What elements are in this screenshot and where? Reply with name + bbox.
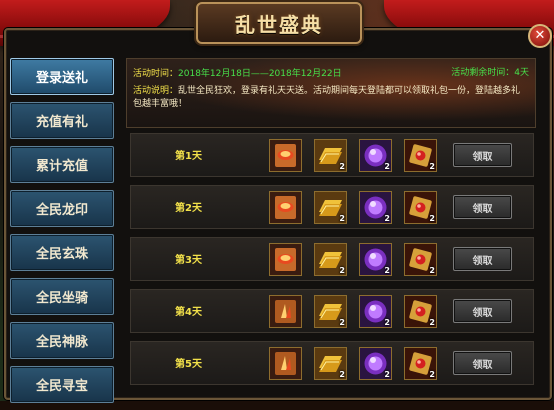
item-quantity: 2	[429, 266, 435, 275]
red-gem-box-icon[interactable]: 2	[404, 243, 437, 276]
day-label: 第1天	[175, 151, 202, 162]
red-gem-box-icon[interactable]: 2	[404, 191, 437, 224]
item-quantity: 2	[429, 162, 435, 171]
reward-items: 2 2 2	[269, 347, 449, 380]
scroll-item-icon[interactable]	[269, 243, 302, 276]
event-time-row: 活动时间：2018年12月18日——2018年12月22日	[133, 66, 342, 79]
gold-ingot-icon[interactable]: 2	[314, 139, 347, 172]
item-quantity: 2	[384, 318, 390, 327]
reward-items: 2 2 2	[269, 295, 449, 328]
day-label: 第2天	[175, 203, 202, 214]
sidebar-item-mystic-pearl[interactable]: 全民玄珠	[10, 234, 114, 271]
item-quantity: 2	[429, 318, 435, 327]
event-desc-text: 乱世全民狂欢，登录有礼天天送。活动期间每天登陆都可以领取礼包一份，登陆越多礼包越…	[133, 86, 521, 109]
close-button[interactable]: ✕	[528, 24, 552, 48]
claim-button[interactable]: 领取	[453, 299, 512, 323]
reward-items: 2 2 2	[269, 243, 449, 276]
sidebar-item-label: 全民坐骑	[35, 291, 88, 306]
day-row: 第5天 2 2 2 领取	[130, 341, 534, 385]
item-quantity: 2	[384, 162, 390, 171]
gold-ingot-icon[interactable]: 2	[314, 191, 347, 224]
purple-orb-icon[interactable]: 2	[359, 139, 392, 172]
day-row: 第3天 2 2 2 领取	[130, 237, 534, 281]
day-label: 第3天	[175, 255, 202, 266]
item-quantity: 2	[429, 214, 435, 223]
sidebar-item-login-gift[interactable]: 登录送礼	[10, 58, 114, 95]
sidebar-item-label: 全民寻宝	[35, 379, 88, 394]
event-desc-label: 活动说明：	[133, 86, 179, 96]
item-quantity: 2	[339, 266, 345, 275]
claim-button[interactable]: 领取	[453, 351, 512, 375]
item-quantity: 2	[339, 214, 345, 223]
purple-orb-icon[interactable]: 2	[359, 347, 392, 380]
item-quantity: 2	[384, 266, 390, 275]
item-quantity: 2	[384, 214, 390, 223]
sidebar-item-label: 全民神脉	[35, 335, 88, 350]
day-row: 第1天 2 2 2 领取	[130, 133, 534, 177]
purple-orb-icon[interactable]: 2	[359, 243, 392, 276]
item-quantity: 2	[339, 318, 345, 327]
claim-button[interactable]: 领取	[453, 247, 512, 271]
event-time-label: 活动时间：	[133, 69, 179, 79]
sidebar-item-label: 登录送礼	[35, 71, 88, 86]
day-label: 第5天	[175, 359, 202, 370]
gold-ingot-icon[interactable]: 2	[314, 243, 347, 276]
sidebar-item-cumulative-recharge[interactable]: 累计充值	[10, 146, 114, 183]
claim-button[interactable]: 领取	[453, 195, 512, 219]
item-quantity: 2	[429, 370, 435, 379]
sidebar-item-treasure-hunt[interactable]: 全民寻宝	[10, 366, 114, 403]
item-quantity: 2	[339, 162, 345, 171]
purple-orb-icon[interactable]: 2	[359, 295, 392, 328]
sidebar-item-dragon-seal[interactable]: 全民龙印	[10, 190, 114, 227]
feather-book-icon[interactable]	[269, 347, 302, 380]
scroll-item-icon[interactable]	[269, 139, 302, 172]
window-title: 乱世盛典	[235, 12, 323, 37]
purple-orb-icon[interactable]: 2	[359, 191, 392, 224]
sidebar-item-label: 全民玄珠	[35, 247, 88, 262]
title-plaque: 乱世盛典	[196, 2, 362, 44]
red-gem-box-icon[interactable]: 2	[404, 347, 437, 380]
day-reward-list: 第1天 2 2 2 领取 第2天 2 2 2 领取 第3天 2 2 2 领取 第4天 2 2 2 领取 第5天 2 2 2 领取	[130, 133, 534, 393]
red-gem-box-icon[interactable]: 2	[404, 139, 437, 172]
sidebar: 登录送礼 充值有礼 累计充值 全民龙印 全民玄珠 全民坐骑 全民神脉 全民寻宝	[10, 58, 114, 410]
event-remaining-time: 活动剩余时间：4天	[451, 68, 529, 78]
claim-button[interactable]: 领取	[453, 143, 512, 167]
gold-ingot-icon[interactable]: 2	[314, 295, 347, 328]
event-info-panel: 活动时间：2018年12月18日——2018年12月22日 活动剩余时间：4天 …	[126, 58, 536, 128]
scroll-item-icon[interactable]	[269, 191, 302, 224]
sidebar-item-label: 充值有礼	[35, 115, 88, 130]
day-row: 第2天 2 2 2 领取	[130, 185, 534, 229]
reward-items: 2 2 2	[269, 191, 449, 224]
day-label: 第4天	[175, 307, 202, 318]
sidebar-item-label: 全民龙印	[35, 203, 88, 218]
feather-book-icon[interactable]	[269, 295, 302, 328]
red-gem-box-icon[interactable]: 2	[404, 295, 437, 328]
sidebar-item-label: 累计充值	[35, 159, 88, 174]
gold-ingot-icon[interactable]: 2	[314, 347, 347, 380]
close-icon: ✕	[534, 28, 546, 43]
event-description: 活动说明：乱世全民狂欢，登录有礼天天送。活动期间每天登陆都可以领取礼包一份，登陆…	[133, 85, 529, 111]
sidebar-item-recharge-gift[interactable]: 充值有礼	[10, 102, 114, 139]
sidebar-item-divine-vein[interactable]: 全民神脉	[10, 322, 114, 359]
item-quantity: 2	[339, 370, 345, 379]
item-quantity: 2	[384, 370, 390, 379]
reward-items: 2 2 2	[269, 139, 449, 172]
sidebar-item-mount[interactable]: 全民坐骑	[10, 278, 114, 315]
event-time-range: 2018年12月18日——2018年12月22日	[178, 69, 342, 79]
day-row: 第4天 2 2 2 领取	[130, 289, 534, 333]
